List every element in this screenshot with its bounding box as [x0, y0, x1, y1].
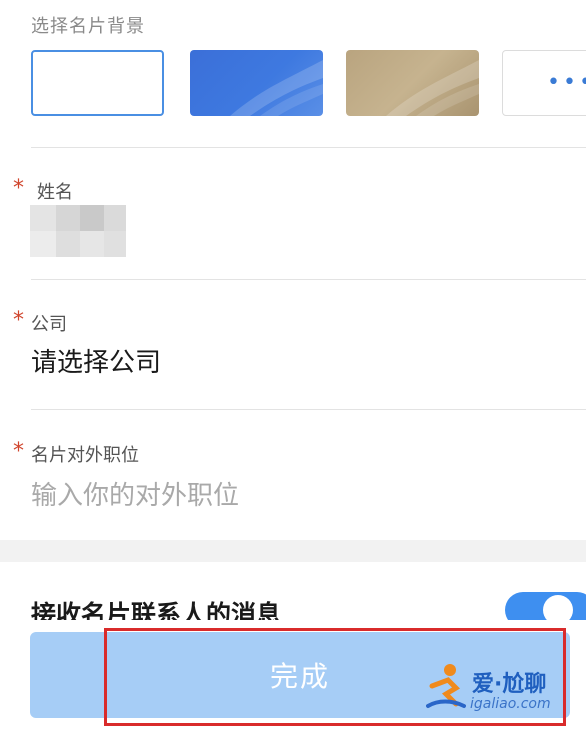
watermark-logo-icon: [426, 664, 466, 708]
background-option-white[interactable]: [31, 50, 164, 116]
background-option-blue[interactable]: [190, 50, 323, 116]
watermark-text: 爱·尬聊: [472, 672, 547, 697]
divider: [31, 279, 586, 280]
position-input[interactable]: 输入你的对外职位: [31, 475, 239, 512]
required-mark: *: [13, 176, 24, 201]
required-mark: *: [13, 439, 24, 464]
background-option-gold[interactable]: [346, 50, 479, 116]
background-section-label: 选择名片背景: [31, 16, 145, 37]
divider: [31, 147, 586, 148]
required-mark: *: [13, 308, 24, 333]
name-field-label: 姓名: [37, 182, 73, 203]
company-select[interactable]: 请选择公司: [31, 342, 161, 379]
more-dots-icon: •••: [547, 70, 586, 95]
wave-pattern: [230, 60, 323, 116]
section-separator: [0, 540, 586, 562]
wave-pattern: [386, 60, 479, 116]
name-field-blurred-value[interactable]: [30, 205, 126, 257]
more-backgrounds-button[interactable]: •••: [502, 50, 586, 116]
watermark-url: igaliao.com: [470, 696, 551, 712]
position-field-label: 名片对外职位: [31, 445, 139, 466]
company-field-label: 公司: [31, 314, 67, 335]
divider: [31, 409, 586, 410]
